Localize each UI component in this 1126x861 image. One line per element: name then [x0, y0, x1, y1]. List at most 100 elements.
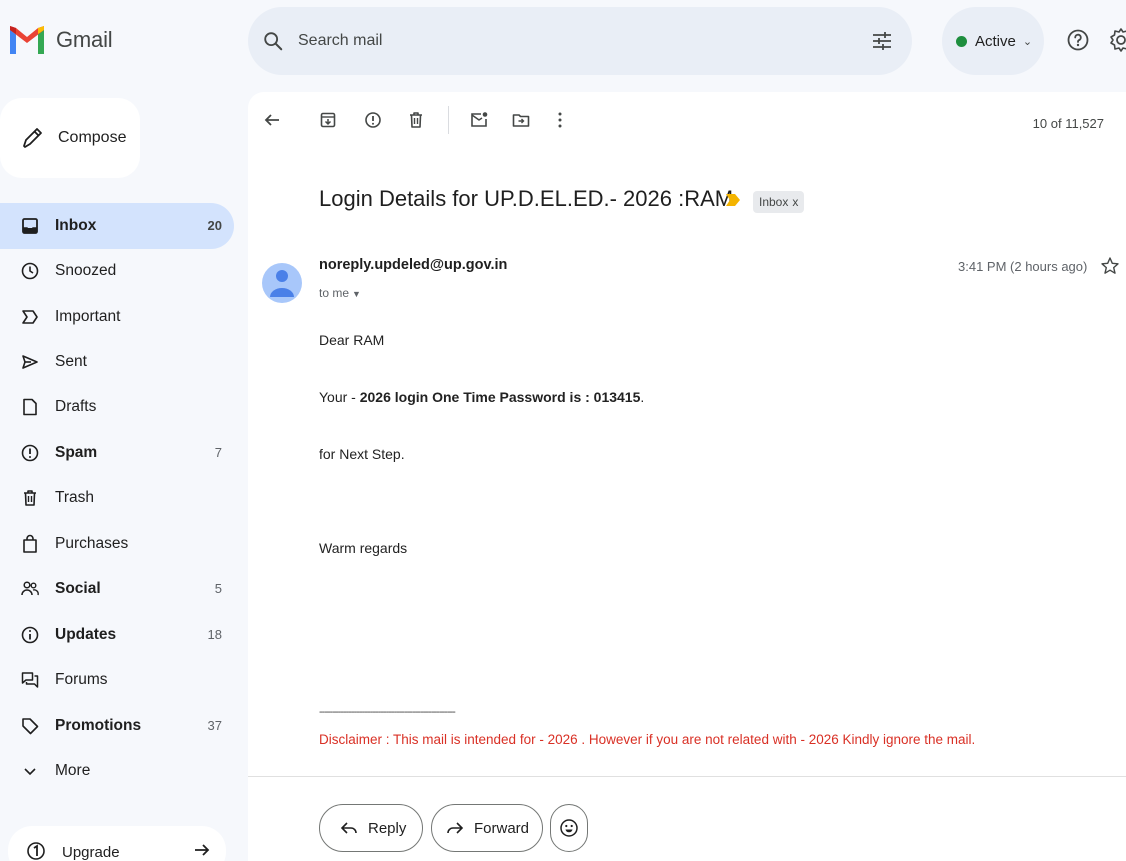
sidebar-item-inbox[interactable]: Inbox 20 — [0, 203, 234, 249]
sidebar-item-sent[interactable]: Sent — [0, 339, 234, 385]
gmail-wordmark: Gmail — [56, 27, 113, 52]
mark-unread-icon[interactable] — [469, 110, 489, 130]
archive-icon[interactable] — [318, 110, 338, 130]
inbox-icon — [22, 218, 38, 234]
email-separator: ----------------------------------------… — [319, 706, 456, 718]
upgrade-icon — [27, 842, 45, 860]
people-icon — [21, 581, 39, 596]
sender-avatar[interactable] — [262, 253, 302, 313]
move-to-icon[interactable] — [511, 110, 531, 130]
email-subject: Login Details for UP.D.EL.ED.- 2026 :RAM — [319, 186, 734, 211]
info-icon — [21, 626, 39, 644]
search-bar[interactable]: Search mail — [248, 7, 912, 75]
search-input[interactable]: Search mail — [298, 32, 382, 50]
status-label: Active — [975, 32, 1016, 50]
sidebar-item-label: Drafts — [55, 398, 97, 415]
sidebar-item-spam[interactable]: Spam 7 — [0, 430, 234, 476]
sidebar-item-label: More — [55, 762, 91, 779]
otp-text: 2026 login One Time Password is : 013415 — [359, 389, 641, 405]
email-timestamp: 3:41 PM (2 hours ago) — [958, 259, 1088, 274]
trash-icon — [24, 490, 36, 506]
sidebar-item-label: Important — [55, 308, 121, 325]
email-otp-line: Your - 2026 login One Time Password is :… — [319, 389, 644, 405]
active-status-dot — [956, 35, 967, 47]
sidebar-item-label: Purchases — [55, 535, 129, 552]
upgrade-label: Upgrade — [62, 844, 120, 861]
remove-label-icon[interactable]: x — [792, 195, 798, 209]
inbox-label-chip[interactable]: Inbox x — [753, 191, 805, 213]
chevron-down-icon: ⌄ — [1022, 35, 1033, 48]
sidebar-item-label: Promotions — [55, 717, 142, 734]
sidebar-item-label: Updates — [55, 626, 117, 643]
sidebar-item-count: 20 — [207, 218, 222, 233]
draft-icon — [23, 398, 37, 416]
sidebar-item-label: Sent — [55, 353, 87, 370]
gmail-logo[interactable]: Gmail — [8, 24, 113, 56]
spam-icon — [21, 444, 39, 462]
sidebar-item-more[interactable]: More — [0, 748, 234, 794]
emoji-reaction-button[interactable] — [550, 804, 588, 852]
sidebar-item-purchases[interactable]: Purchases — [0, 521, 234, 567]
search-icon[interactable] — [262, 30, 284, 52]
forward-button[interactable]: Forward — [431, 804, 543, 852]
important-icon — [22, 310, 38, 324]
recipient-details[interactable]: to me ▼ — [319, 286, 361, 300]
search-options-icon[interactable] — [870, 29, 894, 53]
email-signoff: Warm regards — [319, 540, 408, 556]
sidebar-item-label: Forums — [55, 671, 108, 688]
sidebar-item-promotions[interactable]: Promotions 37 — [0, 703, 234, 749]
arrow-right-icon — [195, 844, 210, 856]
forward-icon — [447, 822, 464, 834]
back-arrow-icon[interactable] — [262, 110, 282, 130]
star-icon[interactable] — [1100, 256, 1120, 276]
sidebar-item-label: Snoozed — [55, 262, 117, 279]
sidebar-item-label: Inbox — [55, 217, 97, 234]
sidebar-item-drafts[interactable]: Drafts — [0, 384, 234, 430]
reply-icon — [340, 822, 357, 834]
sidebar-item-count: 5 — [214, 581, 222, 596]
reply-button[interactable]: Reply — [319, 804, 423, 852]
compose-label: Compose — [58, 129, 127, 146]
emoji-icon — [560, 819, 578, 837]
sidebar-item-label: Spam — [55, 444, 98, 461]
sidebar-item-count: 7 — [214, 445, 222, 460]
forum-icon — [21, 672, 39, 688]
toolbar-divider — [448, 106, 449, 134]
tag-icon — [22, 718, 39, 735]
clock-icon — [21, 262, 39, 280]
sidebar-item-snoozed[interactable]: Snoozed — [0, 248, 234, 294]
report-spam-icon[interactable] — [363, 110, 383, 130]
sidebar-item-count: 37 — [207, 718, 222, 733]
compose-button[interactable]: Compose — [0, 98, 140, 178]
recipient-label: to me — [319, 286, 350, 300]
message-counter: 10 of 11,527 — [1032, 116, 1104, 131]
status-selector[interactable]: Active ⌄ — [942, 7, 1044, 75]
pencil-icon — [23, 128, 42, 148]
label-chip-text: Inbox — [759, 195, 789, 209]
sidebar-item-social[interactable]: Social 5 — [0, 566, 234, 612]
sender-email[interactable]: noreply.updeled@up.gov.in — [319, 257, 507, 273]
delete-icon[interactable] — [406, 110, 426, 130]
caret-down-icon: ▼ — [352, 289, 361, 299]
upgrade-button[interactable]: Upgrade — [8, 826, 226, 861]
help-icon[interactable] — [1066, 28, 1090, 52]
forward-label: Forward — [474, 819, 530, 837]
sidebar-item-label: Trash — [55, 489, 95, 506]
sidebar-item-important[interactable]: Important — [0, 294, 234, 340]
email-next-step: for Next Step. — [319, 446, 405, 462]
email-disclaimer: Disclaimer : This mail is intended for -… — [319, 732, 976, 747]
content-divider — [248, 776, 1126, 777]
otp-suffix: . — [640, 389, 645, 405]
importance-marker-icon[interactable] — [726, 194, 740, 206]
sidebar-item-forums[interactable]: Forums — [0, 657, 234, 703]
chevron-down-icon — [24, 768, 36, 776]
send-icon — [22, 355, 38, 369]
settings-gear-icon[interactable] — [1108, 27, 1126, 53]
more-options-icon[interactable] — [550, 110, 570, 130]
otp-prefix: Your - — [319, 389, 360, 405]
shopping-bag-icon — [23, 534, 37, 553]
sidebar-item-updates[interactable]: Updates 18 — [0, 612, 234, 658]
reply-label: Reply — [368, 819, 407, 837]
gmail-m-icon — [10, 26, 44, 54]
sidebar-item-trash[interactable]: Trash — [0, 475, 234, 521]
